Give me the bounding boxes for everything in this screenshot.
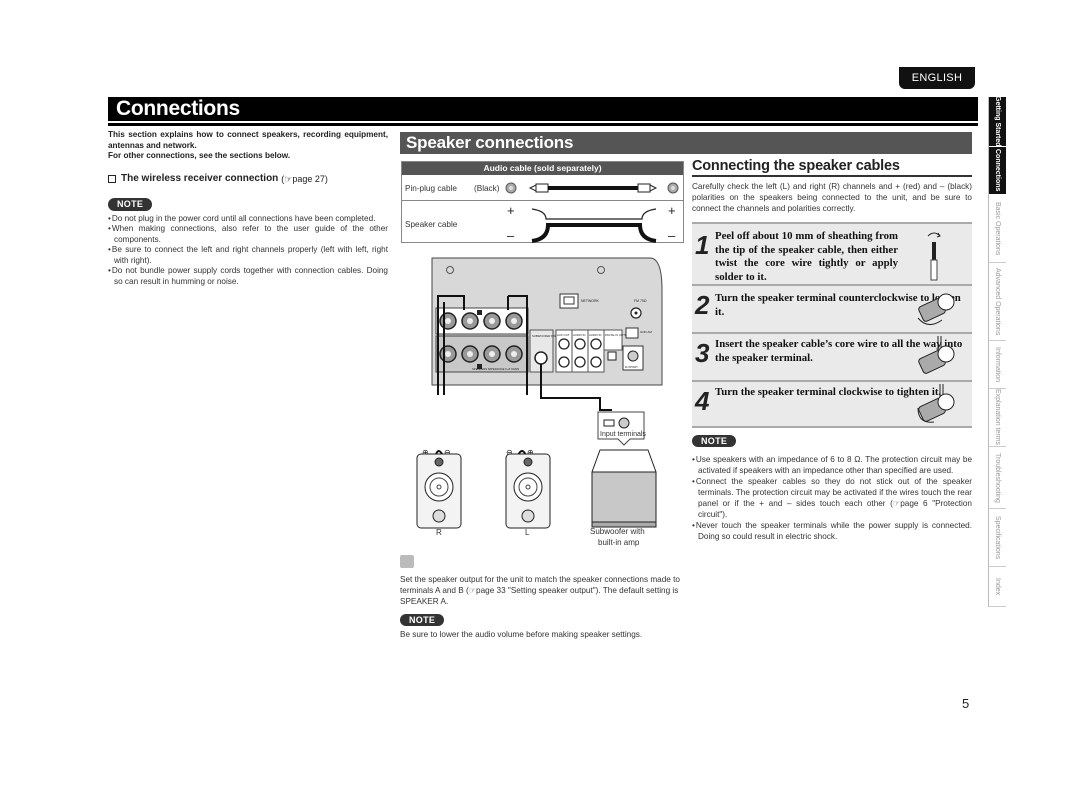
connection-diagram: SPEAKERS IMPEDANCE 6~8 OHMS NETWORK FM 7… xyxy=(416,257,663,547)
svg-text:+: + xyxy=(668,203,676,218)
svg-text:–: – xyxy=(668,228,676,243)
step-2: 2 Turn the speaker terminal counterclock… xyxy=(692,284,972,332)
step-text: Peel off about 10 mm of sheathing from t… xyxy=(715,230,898,283)
step-number: 4 xyxy=(695,386,710,416)
gnd-am-label: GND AM xyxy=(640,330,652,334)
speaker-r-label: R xyxy=(436,528,442,537)
note-item: Be sure to connect the left and right ch… xyxy=(108,245,388,266)
input-terminals-label: Input terminals xyxy=(600,431,646,438)
subwoofer-label-1: Subwoofer with xyxy=(590,527,645,536)
wireless-label: The wireless receiver connection xyxy=(121,172,279,184)
svg-text:+: + xyxy=(507,203,515,218)
step-number: 2 xyxy=(695,290,710,320)
cable-notes-list: Use speakers with an impedance of 6 to 8… xyxy=(692,454,972,542)
impedance-label: SPEAKERS IMPEDANCE 6~8 OHMS xyxy=(472,367,519,371)
intro-line-1: This section explains how to connect spe… xyxy=(108,130,388,150)
subwoofer-label-2: built-in amp xyxy=(598,538,640,547)
volume-note: Be sure to lower the audio volume before… xyxy=(400,630,643,639)
fm-label: FM 75Ω xyxy=(634,299,647,303)
side-nav-troubleshooting[interactable]: Troubleshooting xyxy=(989,447,1006,509)
speaker-right: ⊕ ⊖ xyxy=(416,448,462,529)
speaker-left: ⊖ ⊕ xyxy=(505,448,551,529)
cable-table-header: Audio cable (sold separately) xyxy=(402,162,683,175)
note-item: Never touch the speaker terminals while … xyxy=(692,520,972,542)
step-text: Turn the speaker terminal clockwise to t… xyxy=(715,386,942,398)
page-title: Connections xyxy=(108,97,978,121)
pin-plug-cable-icon xyxy=(505,182,679,194)
step-3: 3 Insert the speaker cable’s core wire t… xyxy=(692,332,972,380)
terminal-insert-icon xyxy=(918,336,955,374)
side-nav: Getting Started Connections Basic Operat… xyxy=(988,96,1006,607)
terminal-tighten-icon xyxy=(917,384,955,423)
network-label: NETWORK xyxy=(581,299,600,303)
side-nav-connections[interactable]: Connections xyxy=(989,147,1006,195)
speaker-l-label: L xyxy=(525,528,530,537)
side-nav-basic-operations[interactable]: Basic Operations xyxy=(989,195,1006,263)
m-xport-label: M-XPORT xyxy=(625,365,638,369)
terminal-loosen-icon xyxy=(917,293,955,325)
note-badge: NOTE xyxy=(692,435,737,447)
intro: This section explains how to connect spe… xyxy=(108,130,388,162)
note-item: Use speakers with an impedance of 6 to 8… xyxy=(692,454,972,476)
page-reference[interactable]: (☞page 27) xyxy=(281,174,328,185)
aux-out-label: AUX OUT xyxy=(557,333,570,337)
note-item: When making connections, also refer to t… xyxy=(108,224,388,245)
step-number: 3 xyxy=(695,338,710,368)
connecting-cables-description: Carefully check the left (L) and right (… xyxy=(692,182,972,213)
side-nav-specifications[interactable]: Specifications xyxy=(989,509,1006,567)
speaker-cable-row: Speaker cable + – + – xyxy=(402,202,683,243)
side-nav-getting-started[interactable]: Getting Started xyxy=(989,96,1006,147)
input-terminals-callout: Input terminals xyxy=(597,411,646,446)
side-nav-advanced-operations[interactable]: Advanced Operations xyxy=(989,263,1006,341)
note-item: Connect the speaker cables so they do no… xyxy=(692,476,972,520)
stripped-wire-icon xyxy=(927,232,941,281)
svg-text:–: – xyxy=(507,228,515,243)
side-nav-index[interactable]: Index xyxy=(989,567,1006,607)
pin-plug-color: (Black) xyxy=(474,184,500,193)
rear-panel: SPEAKERS IMPEDANCE 6~8 OHMS NETWORK FM 7… xyxy=(431,257,663,386)
intro-line-2: For other connections, see the sections … xyxy=(108,151,291,160)
side-nav-explanation-terms[interactable]: Explanation terms xyxy=(989,389,1006,447)
title-rule xyxy=(108,123,978,126)
pencil-tip-icon xyxy=(400,555,414,568)
pin-plug-label: Pin-plug cable xyxy=(405,184,457,193)
subwoofer xyxy=(591,449,657,528)
step-1: 1 Peel off about 10 mm of sheathing from… xyxy=(692,222,972,284)
speaker-connections-header: Speaker connections xyxy=(400,132,972,154)
note-badge: NOTE xyxy=(400,614,445,626)
left-column: This section explains how to connect spe… xyxy=(108,130,388,287)
language-tab[interactable]: ENGLISH xyxy=(899,67,975,89)
pin-plug-cable-row: Pin-plug cable (Black) xyxy=(402,175,683,201)
checkbox-bullet-icon xyxy=(108,174,116,183)
wireless-receiver-link[interactable]: The wireless receiver connection (☞page … xyxy=(108,172,388,185)
speaker-cable-icon: + – + – xyxy=(507,203,676,243)
step-4: 4 Turn the speaker terminal clockwise to… xyxy=(692,380,972,428)
audio-in-2-label: AUDIO IN xyxy=(589,333,601,337)
page-number: 5 xyxy=(962,696,970,711)
cable-table: Audio cable (sold separately) Pin-plug c… xyxy=(401,161,684,243)
note-badge: NOTE xyxy=(108,198,153,211)
step-number: 1 xyxy=(695,230,710,260)
connecting-cables-title: Connecting the speaker cables xyxy=(692,158,972,177)
audio-in-1-label: AUDIO IN xyxy=(573,333,585,337)
left-notes-list: Do not plug in the power cord until all … xyxy=(108,214,388,288)
speaker-output-tip: Set the speaker output for the unit to m… xyxy=(400,575,680,606)
side-nav-information[interactable]: Information xyxy=(989,341,1006,389)
speaker-cable-label: Speaker cable xyxy=(405,220,458,229)
note-item: Do not bundle power supply cords togethe… xyxy=(108,266,388,287)
note-item: Do not plug in the power cord until all … xyxy=(108,214,388,225)
